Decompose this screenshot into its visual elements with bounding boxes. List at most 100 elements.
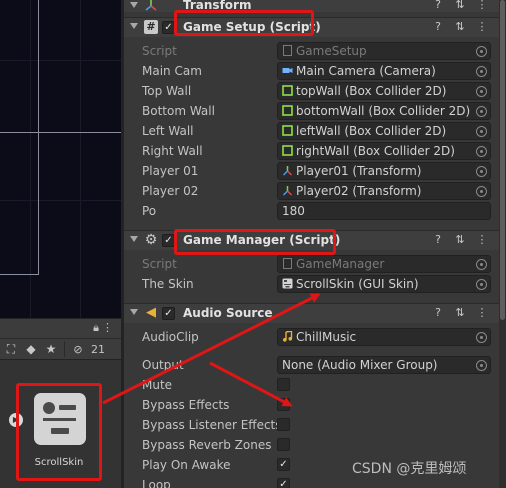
audio-source-title: Audio Source: [183, 306, 273, 320]
property-row-top-wall: Top Wall topWall (Box Collider 2D): [124, 81, 499, 101]
property-label: The Skin: [142, 277, 194, 291]
property-label: Po: [142, 204, 157, 218]
bypass-reverb-zones-checkbox[interactable]: [277, 438, 290, 451]
project-toolbar: ⛶ ◆ ★ ⊘ 21: [0, 338, 121, 360]
property-label: Mute: [142, 378, 173, 392]
bottom-wall-field[interactable]: bottomWall (Box Collider 2D): [277, 102, 491, 120]
field-value: Main Camera (Camera): [296, 64, 436, 78]
foldout-arrow-icon[interactable]: [130, 236, 138, 242]
box-collider-icon: [282, 145, 293, 156]
right-wall-field[interactable]: rightWall (Box Collider 2D): [277, 142, 491, 160]
property-row-bottom-wall: Bottom Wall bottomWall (Box Collider 2D): [124, 101, 499, 121]
more-menu-icon[interactable]: ⋮: [475, 20, 489, 33]
property-label: Script: [142, 44, 177, 58]
play-on-awake-checkbox[interactable]: ✓: [277, 458, 290, 471]
asset-highlight-box[interactable]: [16, 383, 102, 481]
left-wall-field[interactable]: leftWall (Box Collider 2D): [277, 122, 491, 140]
object-picker-icon[interactable]: [476, 186, 487, 197]
help-icon[interactable]: ?: [431, 0, 445, 11]
audio-source-header[interactable]: ◀ ✓ Audio Source ? ⇅ ⋮: [124, 303, 499, 323]
help-icon[interactable]: ?: [431, 306, 445, 319]
preset-icon[interactable]: ⇅: [453, 0, 467, 11]
more-menu-icon[interactable]: ⋮: [475, 0, 489, 11]
top-wall-field[interactable]: topWall (Box Collider 2D): [277, 82, 491, 100]
scene-boundary-line: [0, 274, 39, 275]
more-menu-icon[interactable]: ⋮: [475, 233, 489, 246]
bypass-effects-checkbox[interactable]: [277, 398, 290, 411]
inspector-scrollbar[interactable]: [499, 0, 506, 488]
scene-grid-line: [0, 200, 121, 201]
property-label: Player 01: [142, 164, 199, 178]
filter-by-type-icon[interactable]: ⛶: [4, 342, 18, 357]
hidden-eye-icon[interactable]: ⊘: [71, 343, 85, 356]
object-picker-icon[interactable]: [476, 146, 487, 157]
scene-grid-line: [0, 60, 121, 61]
po-field[interactable]: 180: [277, 202, 491, 220]
script-icon: [283, 45, 292, 56]
object-picker-icon[interactable]: [476, 106, 487, 117]
transform-icon: [145, 0, 157, 11]
preset-icon[interactable]: ⇅: [453, 306, 467, 319]
watermark: CSDN @克里姆颂: [352, 461, 467, 477]
output-field[interactable]: None (Audio Mixer Group): [277, 356, 491, 374]
field-value: ChillMusic: [296, 330, 357, 344]
field-value: GameSetup: [296, 44, 367, 58]
field-value: ScrollSkin (GUI Skin): [296, 277, 419, 291]
foldout-arrow-icon[interactable]: [130, 23, 138, 29]
main-cam-field[interactable]: Main Camera (Camera): [277, 62, 491, 80]
field-value: Player02 (Transform): [296, 184, 422, 198]
gui-skin-icon: [282, 278, 293, 289]
script-icon: [283, 258, 292, 269]
more-menu-icon[interactable]: ⋮: [102, 321, 113, 334]
property-label: AudioClip: [142, 330, 199, 344]
object-picker-icon[interactable]: [476, 166, 487, 177]
project-panel-header: 🔒︎ ⋮: [0, 318, 121, 338]
help-icon[interactable]: ?: [431, 20, 445, 33]
field-value: topWall (Box Collider 2D): [296, 84, 447, 98]
audioclip-field[interactable]: ChillMusic: [277, 328, 491, 346]
object-picker-icon[interactable]: [476, 46, 487, 57]
help-icon[interactable]: ?: [431, 233, 445, 246]
script-hash-icon: #: [144, 20, 158, 34]
preset-icon[interactable]: ⇅: [453, 233, 467, 246]
visible-count: 21: [91, 342, 105, 356]
property-row-player-02: Player 02 Player02 (Transform): [124, 181, 499, 201]
component-enabled-checkbox[interactable]: ✓: [162, 307, 175, 320]
field-value: 180: [282, 204, 305, 218]
object-picker-icon[interactable]: [476, 279, 487, 290]
object-picker-icon[interactable]: [476, 66, 487, 77]
loop-checkbox[interactable]: ✓: [277, 478, 290, 488]
property-label: Loop: [142, 478, 171, 488]
filter-by-label-icon[interactable]: ◆: [24, 342, 38, 356]
property-row-bypass-listener-effects: Bypass Listener Effects: [124, 415, 499, 435]
object-picker-icon[interactable]: [476, 360, 487, 371]
toolbar-divider: [64, 341, 65, 357]
bypass-listener-effects-checkbox[interactable]: [277, 418, 290, 431]
property-label: Play On Awake: [142, 458, 231, 472]
scene-grid-line: [30, 0, 31, 318]
object-picker-icon[interactable]: [476, 126, 487, 137]
preset-icon[interactable]: ⇅: [453, 20, 467, 33]
foldout-arrow-icon[interactable]: [130, 309, 138, 315]
scrollbar-thumb[interactable]: [500, 0, 505, 320]
field-value: rightWall (Box Collider 2D): [296, 144, 455, 158]
more-menu-icon[interactable]: ⋮: [475, 306, 489, 319]
audio-clip-icon: [283, 331, 293, 342]
scene-grid-line: [80, 0, 81, 318]
player-02-field[interactable]: Player02 (Transform): [277, 182, 491, 200]
favorite-star-icon[interactable]: ★: [44, 342, 58, 356]
object-picker-icon[interactable]: [476, 332, 487, 343]
lock-icon[interactable]: 🔒︎: [93, 321, 99, 335]
player-01-field[interactable]: Player01 (Transform): [277, 162, 491, 180]
script-field: GameManager: [277, 255, 491, 273]
scene-view[interactable]: [0, 0, 121, 318]
object-picker-icon[interactable]: [476, 86, 487, 97]
mute-checkbox[interactable]: [277, 378, 290, 391]
game-setup-highlight-box: [174, 10, 314, 36]
property-row-left-wall: Left Wall leftWall (Box Collider 2D): [124, 121, 499, 141]
scene-boundary-line: [38, 0, 39, 275]
object-picker-icon[interactable]: [476, 259, 487, 270]
transform-icon: [282, 186, 293, 196]
speaker-icon: ◀: [146, 305, 156, 320]
the-skin-field[interactable]: ScrollSkin (GUI Skin): [277, 275, 491, 293]
